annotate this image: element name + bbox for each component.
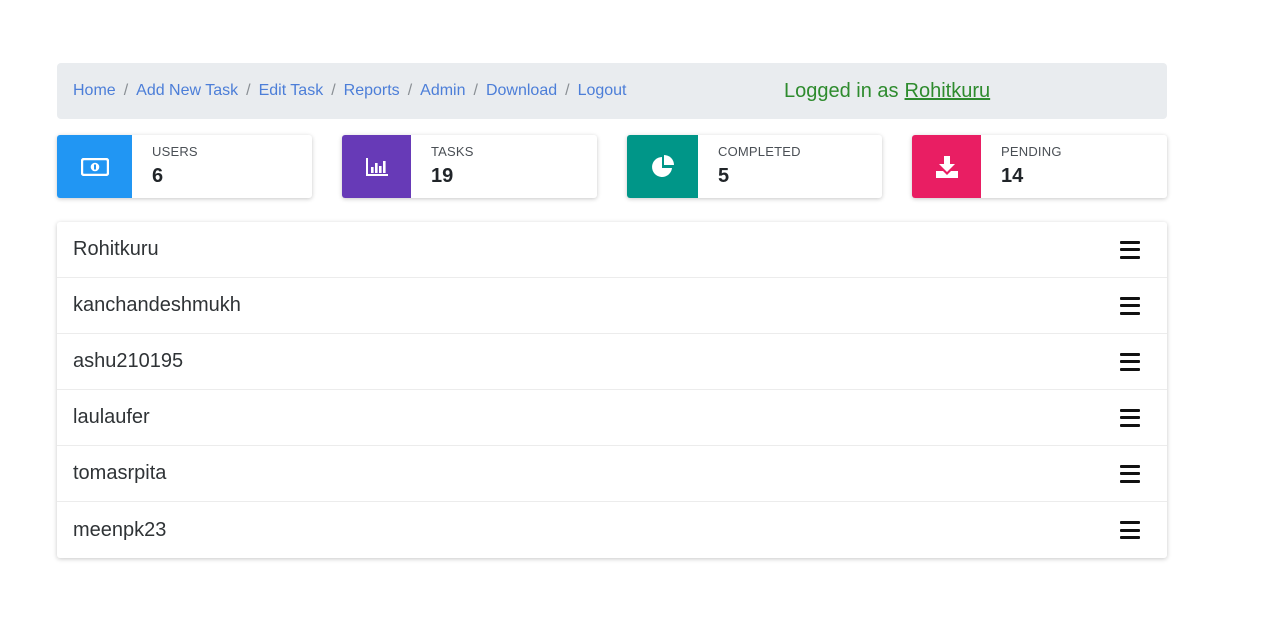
nav-link-reports[interactable]: Reports: [344, 82, 400, 100]
user-name: laulaufer: [73, 406, 150, 428]
download-icon: [935, 155, 958, 178]
stat-card-completed: COMPLETED 5: [627, 135, 882, 198]
nav-link-edit-task[interactable]: Edit Task: [259, 82, 324, 100]
stat-card-tasks: TASKS 19: [342, 135, 597, 198]
nav-link-home[interactable]: Home: [73, 82, 116, 100]
list-item[interactable]: meenpk23: [57, 502, 1167, 558]
breadcrumb-separator: /: [123, 82, 129, 99]
stat-card-users: USERS 6: [57, 135, 312, 198]
breadcrumb-separator: /: [565, 82, 570, 99]
money-icon: [80, 157, 109, 176]
user-list: Rohitkuru kanchandeshmukh ashu210195 lau…: [57, 222, 1167, 558]
login-status: Logged in as Rohitkuru: [784, 63, 990, 119]
stat-value-pending: 14: [1001, 165, 1024, 187]
nav-link-add-new-task[interactable]: Add New Task: [136, 82, 238, 100]
breadcrumb-separator: /: [246, 82, 251, 99]
list-item[interactable]: laulaufer: [57, 390, 1167, 446]
stat-icon-box-completed: [627, 135, 698, 198]
stat-label-tasks: TASKS: [431, 144, 474, 159]
user-name: tomasrpita: [73, 462, 167, 484]
breadcrumb-separator: /: [331, 82, 336, 99]
menu-icon[interactable]: [1120, 464, 1140, 483]
breadcrumb-separator: /: [473, 82, 478, 99]
pie-chart-icon: [651, 154, 674, 177]
menu-icon[interactable]: [1120, 408, 1140, 427]
stat-card-pending: PENDING 14: [912, 135, 1167, 198]
nav-link-download[interactable]: Download: [486, 82, 557, 100]
stat-icon-box-users: [57, 135, 132, 198]
stat-label-users: USERS: [152, 144, 198, 159]
list-item[interactable]: ashu210195: [57, 334, 1167, 390]
user-name: Rohitkuru: [73, 238, 159, 260]
nav-link-logout[interactable]: Logout: [578, 82, 627, 100]
navigation-bar: Home / Add New Task / Edit Task / Report…: [57, 63, 1167, 119]
breadcrumb-separator: /: [407, 82, 413, 99]
stat-label-pending: PENDING: [1001, 144, 1062, 159]
user-name: kanchandeshmukh: [73, 294, 241, 316]
breadcrumb: Home / Add New Task / Edit Task / Report…: [73, 82, 627, 100]
stat-label-completed: COMPLETED: [718, 144, 801, 159]
stat-value-completed: 5: [718, 165, 730, 187]
menu-icon[interactable]: [1120, 521, 1140, 539]
menu-icon[interactable]: [1120, 296, 1140, 315]
logged-in-user-link[interactable]: Rohitkuru: [905, 80, 991, 103]
user-name: ashu210195: [73, 350, 184, 372]
list-item[interactable]: kanchandeshmukh: [57, 278, 1167, 334]
stat-value-tasks: 19: [431, 165, 454, 187]
stat-value-users: 6: [152, 165, 164, 187]
nav-link-admin[interactable]: Admin: [420, 82, 465, 100]
list-item[interactable]: tomasrpita: [57, 446, 1167, 502]
bar-chart-icon: [365, 157, 388, 176]
menu-icon[interactable]: [1120, 352, 1140, 371]
stat-icon-box-pending: [912, 135, 981, 198]
login-prefix: Logged in as: [784, 79, 899, 102]
user-name: meenpk23: [73, 518, 167, 541]
menu-icon[interactable]: [1120, 240, 1140, 259]
stat-icon-box-tasks: [342, 135, 411, 198]
list-item[interactable]: Rohitkuru: [57, 222, 1167, 278]
